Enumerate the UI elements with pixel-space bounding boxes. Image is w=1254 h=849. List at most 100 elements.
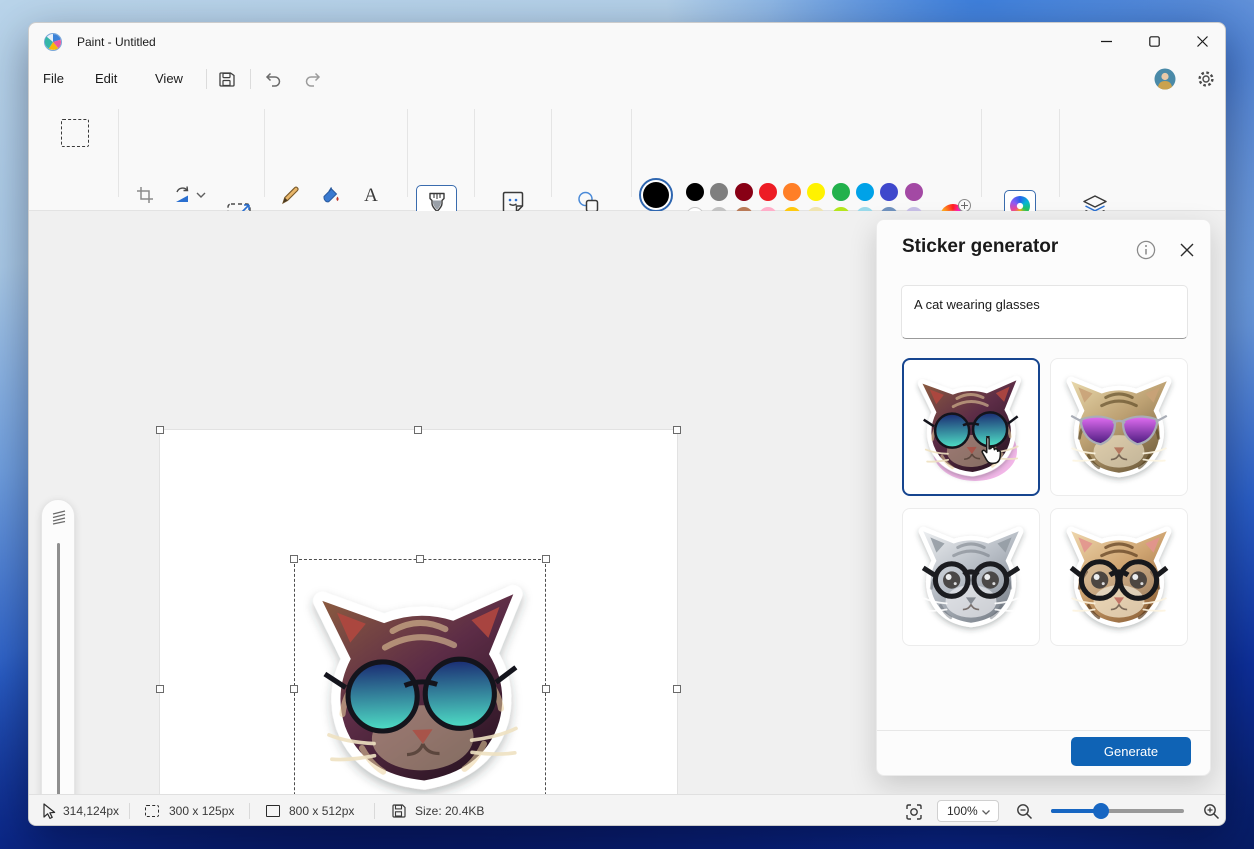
pencil-button[interactable] (280, 184, 302, 206)
ribbon-divider (551, 109, 552, 197)
zoom-level-value: 100% (947, 804, 978, 818)
save-button[interactable] (214, 68, 238, 90)
color-swatch[interactable] (758, 183, 777, 201)
ribbon-divider (407, 109, 408, 197)
selection-handle-top-right[interactable] (542, 555, 550, 563)
account-avatar[interactable] (1153, 68, 1177, 90)
color-swatch[interactable] (783, 183, 802, 201)
sticker-generator-panel: Sticker generator A cat wearing glasses (876, 219, 1211, 776)
rotate-button[interactable] (171, 184, 193, 206)
selection-tool-button[interactable] (61, 119, 89, 147)
canvas-size-icon (266, 805, 280, 817)
color-swatch[interactable] (710, 183, 729, 201)
svg-text:A: A (364, 185, 378, 205)
info-button[interactable] (1135, 239, 1157, 261)
fit-to-window-button[interactable] (905, 803, 923, 821)
ribbon-divider (264, 109, 265, 197)
maximize-button[interactable] (1131, 23, 1177, 60)
sticker-thumbnail-4-image (1058, 516, 1180, 638)
fill-icon (323, 187, 339, 203)
sticker-thumbnail-4[interactable] (1050, 508, 1188, 646)
status-divider (249, 803, 250, 819)
ribbon-divider (981, 109, 982, 197)
thickness-slider-panel (41, 499, 75, 825)
fill-button[interactable] (320, 184, 342, 206)
redo-icon (305, 72, 321, 87)
text-tool-button[interactable]: A (360, 184, 382, 206)
hand-cursor-icon (981, 435, 1002, 465)
selection-size-value: 300 x 125px (169, 804, 235, 818)
menu-edit[interactable]: Edit (89, 61, 123, 97)
foreground-color-swatch[interactable] (639, 178, 673, 212)
zoom-in-icon (1204, 804, 1220, 820)
panel-title: Sticker generator (902, 236, 1059, 257)
avatar-icon (1154, 68, 1176, 90)
sticker-thumbnail-2[interactable] (1050, 358, 1188, 496)
undo-icon (265, 72, 281, 87)
info-icon (1136, 240, 1156, 260)
zoom-level-dropdown[interactable]: 100% (937, 800, 999, 822)
canvas-handle-top-center[interactable] (414, 426, 422, 434)
panel-footer-divider (877, 730, 1210, 731)
color-swatch[interactable] (807, 183, 826, 201)
menu-divider (206, 69, 207, 89)
ribbon-divider (474, 109, 475, 197)
zoom-out-button[interactable] (1016, 803, 1033, 820)
canvas-handle-top-left[interactable] (156, 426, 164, 434)
selection-marquee[interactable] (294, 559, 546, 820)
crop-button[interactable] (134, 184, 156, 206)
title-bar: Paint - Untitled (29, 23, 1225, 61)
undo-button[interactable] (261, 68, 285, 90)
generate-button[interactable]: Generate (1071, 737, 1191, 766)
sticker-thumbnail-3[interactable] (902, 508, 1040, 646)
ribbon-divider (1059, 109, 1060, 197)
zoom-slider-thumb[interactable] (1093, 803, 1109, 819)
selection-handle-mid-right[interactable] (542, 685, 550, 693)
thickness-slider-track[interactable] (57, 543, 60, 825)
canvas-handle-mid-left[interactable] (156, 685, 164, 693)
paint-window: Paint - Untitled File Edit View A Sticke… (28, 22, 1226, 826)
color-swatch[interactable] (734, 183, 753, 201)
chevron-down-icon[interactable] (195, 191, 207, 199)
settings-button[interactable] (1194, 68, 1218, 90)
prompt-input[interactable]: A cat wearing glasses (901, 285, 1188, 339)
selection-handle-top-center[interactable] (416, 555, 424, 563)
selection-handle-top-left[interactable] (290, 555, 298, 563)
color-swatch[interactable] (904, 183, 923, 201)
save-icon (218, 71, 235, 87)
crop-icon (137, 187, 153, 203)
selection-handle-mid-left[interactable] (290, 685, 298, 693)
menu-file[interactable]: File (37, 61, 70, 97)
canvas-handle-top-right[interactable] (673, 426, 681, 434)
sticker-thumbnail-2-image (1058, 366, 1180, 488)
color-swatch[interactable] (686, 183, 704, 201)
canvas-handle-mid-right[interactable] (673, 685, 681, 693)
menu-view[interactable]: View (149, 61, 189, 97)
ribbon-divider (118, 109, 119, 197)
close-icon (1196, 36, 1208, 47)
gear-icon (1198, 71, 1214, 87)
panel-close-button[interactable] (1176, 239, 1198, 261)
zoom-out-icon (1017, 804, 1033, 820)
minimize-icon (1100, 40, 1112, 43)
file-size-value: Size: 20.4KB (415, 804, 485, 818)
canvas-size-value: 800 x 512px (289, 804, 355, 818)
zoom-in-button[interactable] (1203, 803, 1220, 820)
color-swatch[interactable] (880, 183, 899, 201)
sticker-thumbnail-1[interactable] (902, 358, 1040, 496)
pencil-icon (282, 186, 299, 205)
redo-button[interactable] (301, 68, 325, 90)
close-button[interactable] (1179, 23, 1225, 60)
status-bar: 314,124px 300 x 125px 800 x 512px Size: … (29, 794, 1225, 825)
menu-bar: File Edit View (29, 61, 1225, 97)
color-swatch[interactable] (856, 183, 875, 201)
status-divider (374, 803, 375, 819)
close-icon (1180, 243, 1194, 257)
ribbon-divider (631, 109, 632, 197)
ribbon-toolbar: Selection Image A (29, 97, 1225, 269)
color-swatch[interactable] (831, 183, 850, 201)
status-divider (129, 803, 130, 819)
thickness-icon (52, 510, 66, 525)
fit-to-window-icon (906, 804, 922, 820)
minimize-button[interactable] (1083, 23, 1129, 60)
